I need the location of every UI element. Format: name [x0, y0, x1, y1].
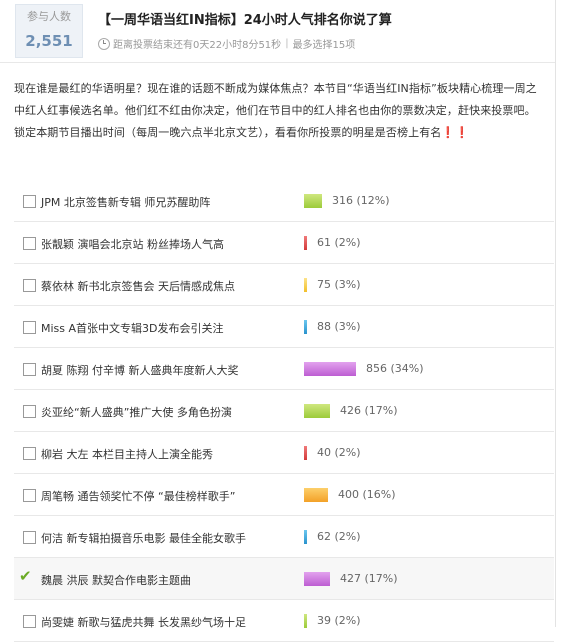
participant-count-value: 2,551 — [25, 32, 73, 50]
checkmark-icon[interactable]: ✔ — [19, 569, 32, 584]
poll-option[interactable]: JPM 北京签售新专辑 师兄苏醒助阵 316 (12%) — [14, 180, 554, 222]
vote-bar — [304, 362, 356, 376]
poll-meta: 距离投票结束还有0天22小时8分51秒 | 最多选择15项 — [98, 36, 355, 51]
option-label[interactable]: 炎亚纶“新人盛典”推广大使 多角色扮演 — [41, 404, 232, 420]
vote-result: 39 (2%) — [317, 614, 361, 627]
header-divider — [0, 62, 555, 63]
clock-icon — [98, 37, 110, 50]
poll-description: 现在谁是最红的华语明星？现在谁的话题不断成为媒体焦点？本节目“华语当红IN指标”… — [14, 82, 537, 139]
option-label[interactable]: 张靓颖 演唱会北京站 粉丝捧场人气高 — [41, 236, 224, 252]
vote-count: 427 — [340, 572, 361, 585]
option-checkbox[interactable] — [23, 195, 36, 208]
poll-option[interactable]: 张靓颖 演唱会北京站 粉丝捧场人气高 61 (2%) — [14, 222, 554, 264]
vote-percent: (2%) — [334, 530, 361, 543]
option-checkbox[interactable] — [23, 363, 36, 376]
vote-result: 856 (34%) — [366, 362, 424, 375]
vote-count: 426 — [340, 404, 361, 417]
vote-percent: (12%) — [356, 194, 390, 207]
vote-bar — [304, 320, 307, 334]
vote-count: 400 — [338, 488, 359, 501]
poll-option[interactable]: 蔡依林 新书北京签售会 天后情感成焦点 75 (3%) — [14, 264, 554, 306]
vote-result: 88 (3%) — [317, 320, 361, 333]
vote-count: 316 — [332, 194, 353, 207]
vote-percent: (3%) — [334, 320, 361, 333]
vote-count: 856 — [366, 362, 387, 375]
option-label[interactable]: 柳岩 大左 本栏目主持人上演全能秀 — [41, 446, 213, 462]
option-label[interactable]: Miss A首张中文专辑3D发布会引关注 — [41, 320, 224, 336]
participant-count-label: 参与人数 — [27, 10, 71, 23]
option-checkbox[interactable] — [23, 531, 36, 544]
poll-option[interactable]: ✔ 魏晨 洪辰 默契合作电影主题曲 427 (17%) — [14, 558, 554, 600]
vote-percent: (16%) — [362, 488, 396, 501]
vote-result: 61 (2%) — [317, 236, 361, 249]
vote-percent: (17%) — [364, 404, 398, 417]
poll-option[interactable]: 周笔畅 通告领奖忙不停 “最佳榜样歌手” 400 (16%) — [14, 474, 554, 516]
vote-bar — [304, 614, 307, 628]
option-checkbox[interactable] — [23, 279, 36, 292]
vote-bar — [304, 236, 307, 250]
option-label[interactable]: JPM 北京签售新专辑 师兄苏醒助阵 — [41, 194, 210, 210]
vote-result: 426 (17%) — [340, 404, 398, 417]
vote-percent: (34%) — [390, 362, 424, 375]
vote-bar — [304, 488, 328, 502]
option-checkbox[interactable] — [23, 405, 36, 418]
vote-percent: (2%) — [334, 446, 361, 459]
poll-option[interactable]: 胡夏 陈翔 付辛博 新人盛典年度新人大奖 856 (34%) — [14, 348, 554, 390]
vote-result: 427 (17%) — [340, 572, 398, 585]
vote-count: 40 — [317, 446, 331, 459]
vote-bar — [304, 446, 307, 460]
vote-result: 75 (3%) — [317, 278, 361, 291]
poll-title: 【一周华语当红IN指标】24小时人气排名你说了算 — [98, 13, 392, 28]
poll-option[interactable]: 何洁 新专辑拍摄音乐电影 最佳全能女歌手 62 (2%) — [14, 516, 554, 558]
option-label[interactable]: 尚雯婕 新歌与猛虎共舞 长发黑纱气场十足 — [41, 614, 246, 630]
vote-count: 61 — [317, 236, 331, 249]
vote-percent: (3%) — [334, 278, 361, 291]
poll-option[interactable]: 尚雯婕 新歌与猛虎共舞 长发黑纱气场十足 39 (2%) — [14, 600, 554, 642]
vote-result: 62 (2%) — [317, 530, 361, 543]
countdown-text: 距离投票结束还有0天22小时8分51秒 — [113, 40, 282, 51]
vote-bar — [304, 572, 330, 586]
vote-percent: (2%) — [334, 236, 361, 249]
vote-count: 88 — [317, 320, 331, 333]
option-checkbox[interactable] — [23, 489, 36, 502]
vote-bar — [304, 530, 307, 544]
option-label[interactable]: 胡夏 陈翔 付辛博 新人盛典年度新人大奖 — [41, 362, 239, 378]
option-checkbox[interactable] — [23, 447, 36, 460]
meta-separator: | — [285, 38, 289, 49]
poll-option[interactable]: Miss A首张中文专辑3D发布会引关注 88 (3%) — [14, 306, 554, 348]
vote-count: 39 — [317, 614, 331, 627]
vote-bar — [304, 278, 307, 292]
participant-count-box: 参与人数 2,551 — [15, 4, 83, 58]
vote-result: 400 (16%) — [338, 488, 396, 501]
vote-percent: (2%) — [334, 614, 361, 627]
vote-bar — [304, 194, 322, 208]
vote-percent: (17%) — [364, 572, 398, 585]
option-checkbox[interactable] — [23, 615, 36, 628]
poll-option[interactable]: 柳岩 大左 本栏目主持人上演全能秀 40 (2%) — [14, 432, 554, 474]
option-checkbox[interactable] — [23, 237, 36, 250]
option-label[interactable]: 蔡依林 新书北京签售会 天后情感成焦点 — [41, 278, 235, 294]
vote-count: 62 — [317, 530, 331, 543]
option-checkbox[interactable] — [23, 321, 36, 334]
option-label[interactable]: 周笔畅 通告领奖忙不停 “最佳榜样歌手” — [41, 488, 235, 504]
poll-option[interactable]: 炎亚纶“新人盛典”推广大使 多角色扮演 426 (17%) — [14, 390, 554, 432]
vote-result: 40 (2%) — [317, 446, 361, 459]
option-label[interactable]: 魏晨 洪辰 默契合作电影主题曲 — [41, 572, 191, 588]
vote-result: 316 (12%) — [332, 194, 390, 207]
vote-count: 75 — [317, 278, 331, 291]
option-label[interactable]: 何洁 新专辑拍摄音乐电影 最佳全能女歌手 — [41, 530, 246, 546]
max-choices-text: 最多选择15项 — [292, 40, 356, 51]
poll-options-list: JPM 北京签售新专辑 师兄苏醒助阵 316 (12%) 张靓颖 演唱会北京站 粉丝… — [14, 180, 554, 642]
vote-bar — [304, 404, 330, 418]
